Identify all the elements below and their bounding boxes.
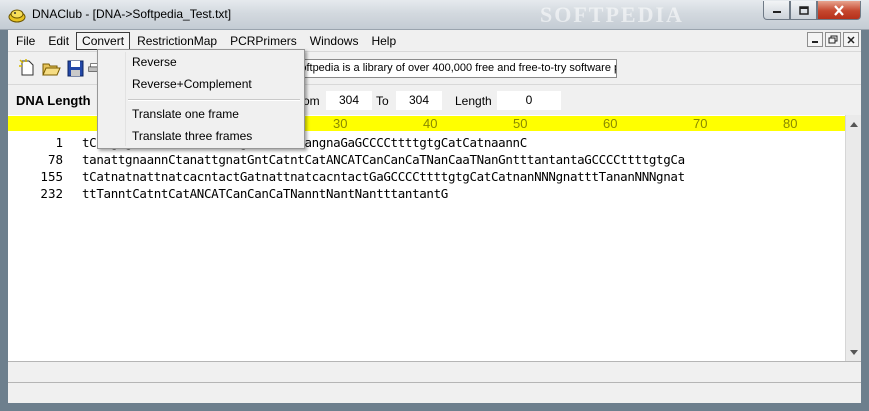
- vertical-scrollbar[interactable]: [845, 115, 861, 361]
- restore-icon: [828, 35, 838, 44]
- minimize-icon: [812, 40, 818, 43]
- softpedia-watermark: SOFTPEDIA: [540, 2, 684, 27]
- sequence-row: 232 ttTanntCatntCatANCATCanCanCaTNanntNa…: [8, 185, 845, 202]
- sequence-position: 78: [47, 152, 63, 167]
- window-controls: [763, 1, 861, 20]
- title-bar: DNAClub - [DNA->Softpedia_Test.txt] SOFT…: [0, 0, 869, 30]
- sequence-position: 1: [55, 135, 63, 150]
- menu-item-reverse[interactable]: Reverse: [99, 52, 303, 73]
- length-label: Length: [455, 94, 492, 108]
- maximize-button[interactable]: [790, 1, 817, 20]
- menu-help[interactable]: Help: [365, 32, 402, 50]
- convert-menu-dropdown: Reverse Reverse+Complement Translate one…: [97, 49, 305, 149]
- dna-length-label: DNA Length: [16, 93, 91, 108]
- maximize-icon: [798, 5, 809, 15]
- sequence-view[interactable]: 30 40 50 60 70 80 1 tC tgtgCatCatnaccnta…: [8, 115, 845, 361]
- ruler-tick: 70: [693, 116, 708, 131]
- sequence-text[interactable]: tanattgnaannCtanattgnatGntCatntCatANCATC…: [82, 151, 685, 168]
- window-title: DNAClub - [DNA->Softpedia_Test.txt]: [32, 7, 232, 21]
- main-status-bar: [8, 382, 861, 403]
- sequence-description-field[interactable]: Softpedia is a library of over 400,000 f…: [290, 59, 617, 78]
- child-minimize-button[interactable]: [807, 32, 823, 47]
- scroll-down-button[interactable]: [846, 344, 862, 360]
- open-file-button[interactable]: [40, 57, 62, 79]
- menu-item-reverse-complement[interactable]: Reverse+Complement: [99, 74, 303, 95]
- new-file-button[interactable]: [16, 57, 38, 79]
- ruler-tick: 40: [423, 116, 438, 131]
- ruler-tick: 50: [513, 116, 528, 131]
- arrow-up-icon: [850, 121, 858, 127]
- menu-convert[interactable]: Convert: [76, 31, 131, 50]
- sequence-position: 155: [40, 169, 63, 184]
- arrow-down-icon: [850, 349, 858, 355]
- menu-pcr-primers[interactable]: PCRPrimers: [224, 32, 303, 50]
- menu-restriction-map[interactable]: RestrictionMap: [131, 32, 223, 50]
- ruler-tick: 30: [333, 116, 348, 131]
- new-file-icon: [19, 59, 34, 76]
- menu-separator: [128, 99, 300, 101]
- sequence-position: 232: [40, 186, 63, 201]
- to-label: To: [376, 94, 389, 108]
- child-window-controls: [807, 32, 859, 47]
- menu-item-translate-one-frame[interactable]: Translate one frame: [99, 104, 303, 125]
- menu-bar: File Edit Convert RestrictionMap PCRPrim…: [8, 30, 861, 51]
- minimize-icon: [772, 11, 781, 13]
- sequence-text[interactable]: ttTanntCatntCatANCATCanCanCaTNanntNantNa…: [82, 185, 448, 202]
- to-value-field[interactable]: 304: [396, 91, 442, 110]
- length-value-field[interactable]: 0: [497, 91, 561, 110]
- child-status-bar: [8, 361, 861, 382]
- close-icon: [834, 4, 844, 16]
- from-value-field[interactable]: 304: [326, 91, 372, 110]
- menu-edit[interactable]: Edit: [42, 32, 75, 50]
- save-file-button[interactable]: [64, 57, 86, 79]
- close-button[interactable]: [817, 1, 861, 20]
- close-icon: [847, 35, 855, 44]
- menu-file[interactable]: File: [10, 32, 41, 50]
- ruler-tick: 60: [603, 116, 618, 131]
- child-close-button[interactable]: [843, 32, 859, 47]
- minimize-button[interactable]: [763, 1, 790, 20]
- open-folder-icon: [41, 63, 61, 75]
- ruler-tick: 80: [783, 116, 798, 131]
- dnaclub-app-icon[interactable]: [8, 7, 26, 23]
- scroll-up-button[interactable]: [846, 116, 862, 132]
- menu-item-translate-three-frames[interactable]: Translate three frames: [99, 126, 303, 147]
- sequence-row: 78 tanattgnaannCtanattgnatGntCatntCatANC…: [8, 151, 845, 168]
- sequence-row: 155 tCatnatnattnatcacntactGatnattnatcacn…: [8, 168, 845, 185]
- menu-windows[interactable]: Windows: [304, 32, 365, 50]
- sequence-text[interactable]: tCatnatnattnatcacntactGatnattnatcacntact…: [82, 168, 685, 185]
- child-restore-button[interactable]: [825, 32, 841, 47]
- save-disk-icon: [67, 60, 83, 76]
